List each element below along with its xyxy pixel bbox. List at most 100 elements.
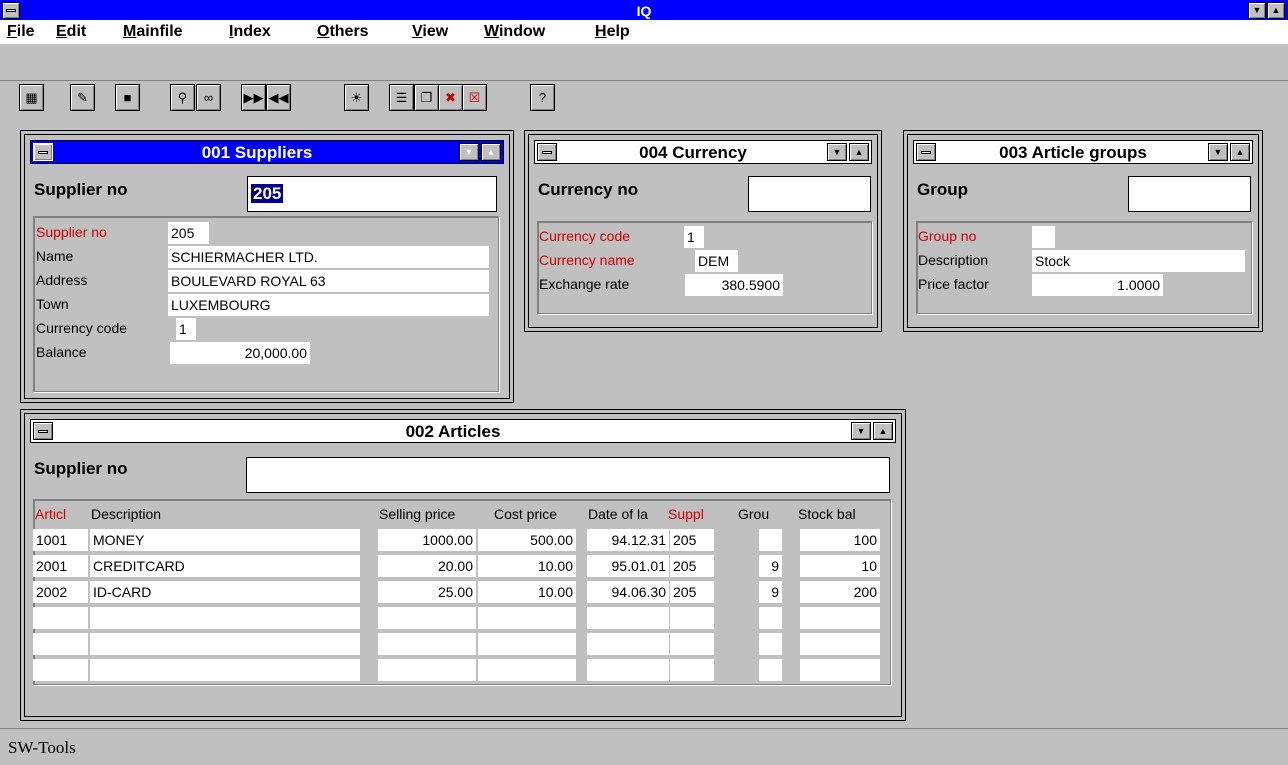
table-cell[interactable]: 1001 xyxy=(33,529,88,551)
table-cell[interactable] xyxy=(478,633,576,655)
table-cell[interactable]: 2001 xyxy=(33,555,88,577)
view-button[interactable]: ∞ xyxy=(196,84,221,111)
save-button[interactable]: ■ xyxy=(115,84,140,111)
articles-maximize-button[interactable]: ▲ xyxy=(873,422,893,440)
table-cell[interactable]: 500.00 xyxy=(478,529,576,551)
table-cell[interactable] xyxy=(33,659,88,681)
table-cell[interactable] xyxy=(33,633,88,655)
table-cell[interactable] xyxy=(90,607,360,629)
table-cell[interactable] xyxy=(670,607,714,629)
currency-title-bar[interactable]: 004 Currency ▼ ▲ xyxy=(534,140,872,164)
edit-record-button[interactable]: ✎ xyxy=(70,84,95,111)
article-groups-system-menu-button[interactable] xyxy=(916,143,936,161)
menu-mainfile[interactable]: Mainfile xyxy=(123,23,183,41)
table-cell[interactable]: 1000.00 xyxy=(378,529,476,551)
table-cell[interactable]: 9 xyxy=(759,581,782,603)
suppliers-minimize-button[interactable]: ▼ xyxy=(459,143,479,161)
menu-others[interactable]: Others xyxy=(317,23,369,41)
hint-button[interactable]: ☀ xyxy=(344,84,369,111)
table-cell[interactable]: 20.00 xyxy=(378,555,476,577)
article-groups-price-factor-field[interactable]: 1.0000 xyxy=(1032,274,1163,296)
menu-file[interactable]: File xyxy=(7,23,35,41)
table-cell[interactable] xyxy=(378,607,476,629)
table-cell[interactable] xyxy=(759,633,782,655)
next-button[interactable]: ▶▶ xyxy=(241,84,266,111)
table-cell[interactable]: 200 xyxy=(800,581,880,603)
suppliers-currency-code-field[interactable]: 1 xyxy=(176,318,196,340)
table-cell[interactable]: 10.00 xyxy=(478,581,576,603)
table-cell[interactable]: MONEY xyxy=(90,529,360,551)
currency-system-menu-button[interactable] xyxy=(537,143,557,161)
app-maximize-button[interactable]: ▲ xyxy=(1267,2,1285,19)
delete-record-button[interactable]: ✖ xyxy=(438,84,463,111)
menu-index[interactable]: Index xyxy=(229,23,271,41)
table-cell[interactable]: 94.12.31 xyxy=(587,529,669,551)
suppliers-key-input[interactable]: 205 xyxy=(247,176,497,212)
app-system-menu-button[interactable] xyxy=(2,2,20,19)
table-cell[interactable]: 205 xyxy=(670,581,714,603)
table-cell[interactable] xyxy=(759,607,782,629)
menu-window[interactable]: Window xyxy=(484,23,545,41)
currency-name-field[interactable]: DEM xyxy=(695,250,738,272)
table-cell[interactable]: 100 xyxy=(800,529,880,551)
menu-edit[interactable]: Edit xyxy=(56,23,86,41)
table-cell[interactable]: ID-CARD xyxy=(90,581,360,603)
table-cell[interactable]: 94.06.30 xyxy=(587,581,669,603)
article-groups-maximize-button[interactable]: ▲ xyxy=(1230,143,1250,161)
table-cell[interactable] xyxy=(90,633,360,655)
suppliers-title-bar[interactable]: 001 Suppliers ▼ ▲ xyxy=(30,140,504,164)
articles-key-input[interactable] xyxy=(246,457,890,493)
table-cell[interactable] xyxy=(478,607,576,629)
table-cell[interactable]: 205 xyxy=(670,555,714,577)
table-cell[interactable]: CREDITCARD xyxy=(90,555,360,577)
close-record-button[interactable]: ☒ xyxy=(462,84,487,111)
menu-view[interactable]: View xyxy=(412,23,448,41)
currency-minimize-button[interactable]: ▼ xyxy=(827,143,847,161)
suppliers-balance-field[interactable]: 20,000.00 xyxy=(170,342,310,364)
cascade-button[interactable]: ❐ xyxy=(414,84,439,111)
suppliers-system-menu-button[interactable] xyxy=(33,143,53,161)
menu-help[interactable]: Help xyxy=(595,23,630,41)
table-cell[interactable] xyxy=(587,633,669,655)
calculator-button[interactable]: ▦ xyxy=(19,84,44,111)
previous-button[interactable]: ◀◀ xyxy=(266,84,291,111)
table-cell[interactable] xyxy=(670,633,714,655)
table-cell[interactable] xyxy=(670,659,714,681)
table-cell[interactable] xyxy=(800,607,880,629)
currency-key-input[interactable] xyxy=(748,176,871,212)
article-groups-key-input[interactable] xyxy=(1128,176,1251,212)
table-cell[interactable]: 9 xyxy=(759,555,782,577)
table-cell[interactable]: 25.00 xyxy=(378,581,476,603)
suppliers-supplier-no-field[interactable]: 205 xyxy=(168,222,209,244)
search-button[interactable]: ⚲ xyxy=(170,84,195,111)
currency-code-field[interactable]: 1 xyxy=(684,226,704,248)
currency-maximize-button[interactable]: ▲ xyxy=(849,143,869,161)
table-cell[interactable] xyxy=(587,659,669,681)
suppliers-town-field[interactable]: LUXEMBOURG xyxy=(168,294,489,316)
table-cell[interactable] xyxy=(90,659,360,681)
table-cell[interactable] xyxy=(800,659,880,681)
table-cell[interactable] xyxy=(33,607,88,629)
table-cell[interactable]: 10 xyxy=(800,555,880,577)
suppliers-name-field[interactable]: SCHIERMACHER LTD. xyxy=(168,246,489,268)
table-cell[interactable]: 205 xyxy=(670,529,714,551)
table-cell[interactable]: 95.01.01 xyxy=(587,555,669,577)
table-cell[interactable] xyxy=(759,659,782,681)
app-minimize-button[interactable]: ▼ xyxy=(1248,2,1266,19)
table-cell[interactable] xyxy=(800,633,880,655)
articles-system-menu-button[interactable] xyxy=(33,422,53,440)
suppliers-address-field[interactable]: BOULEVARD ROYAL 63 xyxy=(168,270,489,292)
table-cell[interactable] xyxy=(378,633,476,655)
table-cell[interactable]: 10.00 xyxy=(478,555,576,577)
articles-title-bar[interactable]: 002 Articles ▼ ▲ xyxy=(30,419,896,443)
article-groups-description-field[interactable]: Stock xyxy=(1032,250,1245,272)
table-cell[interactable] xyxy=(478,659,576,681)
help-button[interactable]: ? xyxy=(530,84,555,111)
currency-exchange-rate-field[interactable]: 380.5900 xyxy=(685,274,783,296)
table-cell[interactable]: 2002 xyxy=(33,581,88,603)
table-cell[interactable] xyxy=(378,659,476,681)
table-cell[interactable] xyxy=(759,529,782,551)
article-groups-group-no-field[interactable] xyxy=(1032,226,1055,248)
article-groups-minimize-button[interactable]: ▼ xyxy=(1208,143,1228,161)
suppliers-maximize-button[interactable]: ▲ xyxy=(481,143,501,161)
